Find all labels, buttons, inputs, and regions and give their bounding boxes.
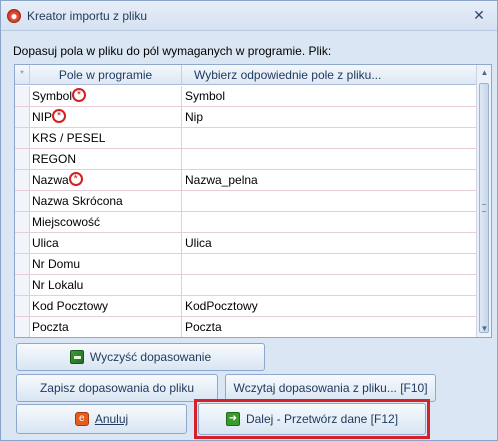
program-field-label: NIP xyxy=(32,110,53,124)
instruction-text: Dopasuj pola w pliku do pól wymaganych w… xyxy=(13,44,332,58)
row-selector[interactable] xyxy=(15,107,30,127)
cancel-label: Anuluj xyxy=(94,412,129,426)
program-field-label: Nazwa xyxy=(32,173,69,187)
vertical-scrollbar[interactable]: ▲ ▼ xyxy=(476,65,491,337)
program-field-label: KRS / PESEL xyxy=(32,131,106,145)
column-header-file-field[interactable]: Wybierz odpowiednie pole z pliku... xyxy=(182,65,476,85)
program-field-label: Miejscowość xyxy=(32,215,101,229)
close-button[interactable]: ✕ xyxy=(469,6,489,24)
app-logo-icon xyxy=(7,9,21,23)
file-field-select[interactable] xyxy=(182,212,476,232)
scroll-up-icon[interactable]: ▲ xyxy=(477,65,491,81)
window-title: Kreator importu z pliku xyxy=(27,9,148,23)
row-selector[interactable] xyxy=(15,275,30,295)
cancel-button[interactable]: e Anuluj xyxy=(16,404,187,434)
row-selector[interactable] xyxy=(15,254,30,274)
table-row[interactable]: KRS / PESEL xyxy=(15,128,476,149)
next-button-highlight xyxy=(194,399,430,439)
scroll-grip xyxy=(482,204,486,212)
table-row[interactable]: Nazwa Skrócona xyxy=(15,191,476,212)
required-marker-icon: * xyxy=(52,108,67,123)
load-mapping-button[interactable]: Wczytaj dopasowania z pliku... [F10] xyxy=(225,374,436,402)
file-field-select[interactable] xyxy=(182,149,476,169)
program-field-label: Kod Pocztowy xyxy=(32,299,109,313)
save-mapping-button[interactable]: Zapisz dopasowania do pliku xyxy=(16,374,218,402)
clear-mapping-button[interactable]: Wyczyść dopasowanie xyxy=(16,343,265,371)
table-row[interactable]: Kod Pocztowy KodPocztowy xyxy=(15,296,476,317)
program-field-cell: NIP * xyxy=(30,107,182,127)
program-field-cell: Nazwa * xyxy=(30,170,182,190)
program-field-cell: Nr Lokalu xyxy=(30,275,182,295)
program-field-label: Symbol xyxy=(32,89,73,103)
header-row-selector[interactable]: * xyxy=(15,65,30,85)
program-field-label: Nazwa Skrócona xyxy=(32,194,123,208)
table-row[interactable]: Nazwa * Nazwa_pelna xyxy=(15,170,476,191)
title-bar: Kreator importu z pliku ✕ xyxy=(1,1,497,31)
required-marker-icon: * xyxy=(68,171,83,186)
required-marker-icon: * xyxy=(72,87,87,102)
file-field-select[interactable]: Nazwa_pelna xyxy=(182,170,476,190)
import-wizard-window: Kreator importu z pliku ✕ Dopasuj pola w… xyxy=(0,0,498,441)
row-selector[interactable] xyxy=(15,212,30,232)
program-field-label: Nr Lokalu xyxy=(32,278,84,292)
table-row[interactable]: Ulica Ulica xyxy=(15,233,476,254)
row-selector[interactable] xyxy=(15,233,30,253)
table-row[interactable]: Poczta Poczta xyxy=(15,317,476,337)
file-field-select[interactable] xyxy=(182,254,476,274)
file-field-select[interactable]: Nip xyxy=(182,107,476,127)
row-selector[interactable] xyxy=(15,296,30,316)
program-field-cell: Miejscowość xyxy=(30,212,182,232)
save-mapping-label: Zapisz dopasowania do pliku xyxy=(39,381,195,395)
file-field-select[interactable] xyxy=(182,275,476,295)
program-field-cell: Nr Domu xyxy=(30,254,182,274)
program-field-cell: REGON xyxy=(30,149,182,169)
load-mapping-label: Wczytaj dopasowania z pliku... [F10] xyxy=(233,381,428,395)
scroll-down-icon[interactable]: ▼ xyxy=(477,321,491,337)
grid-rows: Symbol * Symbol NIP * Nip KRS / PESEL REGON Nazw… xyxy=(15,86,476,337)
clear-mapping-label: Wyczyść dopasowanie xyxy=(89,350,212,364)
row-selector[interactable] xyxy=(15,317,30,337)
file-field-select[interactable]: Poczta xyxy=(182,317,476,337)
program-field-cell: Symbol * xyxy=(30,86,182,106)
program-field-label: Nr Domu xyxy=(32,257,81,271)
row-selector[interactable] xyxy=(15,170,30,190)
scroll-thumb[interactable] xyxy=(479,83,489,333)
program-field-cell: Kod Pocztowy xyxy=(30,296,182,316)
file-field-select[interactable] xyxy=(182,128,476,148)
row-selector[interactable] xyxy=(15,149,30,169)
grid-header: * Pole w programie Wybierz odpowiednie p… xyxy=(15,65,476,85)
file-field-select[interactable]: Symbol xyxy=(182,86,476,106)
row-selector[interactable] xyxy=(15,128,30,148)
table-row[interactable]: Nr Lokalu xyxy=(15,275,476,296)
program-field-label: Poczta xyxy=(32,320,69,334)
row-selector[interactable] xyxy=(15,86,30,106)
field-mapping-grid: * Pole w programie Wybierz odpowiednie p… xyxy=(14,64,492,338)
table-row[interactable]: REGON xyxy=(15,149,476,170)
cancel-icon: e xyxy=(74,412,89,426)
program-field-label: Ulica xyxy=(32,236,59,250)
program-field-cell: Nazwa Skrócona xyxy=(30,191,182,211)
row-selector[interactable] xyxy=(15,191,30,211)
table-row[interactable]: Nr Domu xyxy=(15,254,476,275)
program-field-cell: Poczta xyxy=(30,317,182,337)
table-row[interactable]: NIP * Nip xyxy=(15,107,476,128)
column-header-program-field[interactable]: Pole w programie xyxy=(30,65,182,85)
table-row[interactable]: Miejscowość xyxy=(15,212,476,233)
program-field-label: REGON xyxy=(32,152,77,166)
file-field-select[interactable]: KodPocztowy xyxy=(182,296,476,316)
eraser-icon xyxy=(69,350,84,364)
program-field-cell: Ulica xyxy=(30,233,182,253)
file-field-select[interactable]: Ulica xyxy=(182,233,476,253)
file-field-select[interactable] xyxy=(182,191,476,211)
table-row[interactable]: Symbol * Symbol xyxy=(15,86,476,107)
program-field-cell: KRS / PESEL xyxy=(30,128,182,148)
